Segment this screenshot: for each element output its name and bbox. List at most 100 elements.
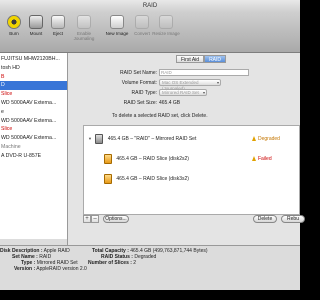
version-info: Version : AppleRAID version 2.0 [14, 266, 87, 272]
set-name-row: RAID Set Name: RAID [68, 69, 300, 77]
slices-info-value: 2 [133, 260, 137, 266]
chevron-updown-icon: ▾ [216, 80, 219, 85]
help-text: To delete a selected RAID set, click Del… [112, 113, 208, 119]
new-image-button[interactable]: New Image [104, 15, 130, 36]
list-toolbar: + – Options... Delete Rebu [83, 215, 305, 224]
raid-type-select[interactable]: Mirrored RAID Set ▾ [159, 89, 207, 96]
raid-list[interactable]: ▼ 465.4 GB – "RAID" – Mirrored RAID Set … [83, 125, 300, 215]
volume-format-row: Volume Format: Mac OS Extended (Journale… [68, 79, 300, 91]
set-name-label: RAID Set Name: [120, 70, 157, 76]
status-label: Degraded [258, 136, 280, 142]
volume-format-select[interactable]: Mac OS Extended (Journaled) ▾ [159, 79, 221, 91]
sidebar-item-label: Machine [1, 143, 21, 150]
rebuild-button[interactable]: Rebu [281, 215, 305, 223]
remove-button[interactable]: – [91, 215, 99, 223]
raid-size-row: RAID Set Size: 465.4 GB [68, 99, 300, 107]
disk-icon [104, 173, 112, 184]
sidebar-item-label: D [1, 82, 5, 89]
raid-status-info-value: Degraded [134, 254, 157, 260]
raid-type-value: Mirrored RAID Set [162, 90, 199, 95]
burn-label: Burn [9, 31, 19, 36]
raid-size-value: 465.4 GB [159, 100, 181, 106]
slice-name: 465.4 GB – RAID Slice (disk3s2) [116, 176, 189, 182]
eject-icon [51, 15, 65, 29]
resize-label: Resize Image [152, 31, 180, 36]
new-image-icon [110, 15, 124, 29]
add-button[interactable]: + [83, 215, 91, 223]
sidebar-item-label: Slice [1, 126, 13, 133]
main-pane: First Aid RAID RAID Set Name: RAID Volum… [68, 53, 305, 245]
warning-icon [252, 136, 256, 142]
chevron-updown-icon: ▾ [202, 90, 205, 95]
sidebar-item-fujitsu[interactable]: FUJITSU MHW2120BH... [0, 55, 67, 64]
sidebar-item-label: tosh HD [1, 64, 20, 71]
sidebar-item-label: Slice [1, 91, 13, 98]
warning-icon [252, 156, 256, 162]
status-label: Failed [258, 156, 272, 162]
tab-bar: First Aid RAID [176, 55, 227, 63]
sidebar-item-wd-3[interactable]: WD 5000AAV Externa... [0, 134, 67, 143]
resize-image-button[interactable]: Resize Image [152, 15, 180, 36]
screen-edge [0, 290, 300, 300]
disk-icon [104, 153, 112, 164]
slices-info-label: Number of Slices : [88, 260, 132, 266]
info-bar: Disk Description : Apple RAID Set Name :… [0, 245, 300, 290]
sidebar-item-dvd[interactable]: A DVD-R U-857E [0, 152, 67, 161]
window-title: RAID [142, 3, 158, 9]
eject-label: Eject [52, 31, 63, 36]
sidebar-item-label: WD 5000AAV Externa... [1, 117, 57, 124]
sidebar-item-label: WD 5000AAV Externa... [1, 99, 57, 106]
sidebar-item-b[interactable]: B [0, 73, 67, 82]
volume-format-label: Volume Format: [121, 80, 157, 86]
status-degraded: Degraded [252, 132, 280, 146]
tab-first-aid[interactable]: First Aid [176, 55, 205, 63]
sidebar-item-label: WD 5000AAV Externa... [1, 135, 57, 142]
version-info-label: Version : [14, 266, 36, 272]
raid-type-row: RAID Type: Mirrored RAID Set ▾ [68, 89, 300, 97]
sidebar-item-tosh-hd[interactable]: tosh HD [0, 64, 67, 73]
enable-journaling-button[interactable]: Enable Journaling [66, 15, 102, 41]
sidebar-item-label: B [1, 73, 5, 80]
sidebar-item-label: FUJITSU MHW2120BH... [1, 56, 60, 62]
mount-icon [29, 15, 43, 29]
delete-button[interactable]: Delete [253, 215, 277, 223]
mount-label: Mount [29, 31, 43, 36]
convert-label: Convert [134, 31, 150, 36]
journal-icon [77, 15, 91, 29]
list-item[interactable]: ▼ 465.4 GB – "RAID" – Mirrored RAID Set [88, 132, 196, 146]
resize-icon [159, 15, 173, 29]
sidebar-item-wd-2[interactable]: WD 5000AAV Externa... [0, 117, 67, 126]
window-titlebar: RAID [0, 0, 300, 12]
sidebar: FUJITSU MHW2120BH... tosh HD B D Slice W… [0, 53, 68, 239]
burn-button[interactable]: Burn [2, 15, 26, 36]
toolbar: Burn Mount Eject Enable Journaling New I… [0, 12, 300, 53]
sidebar-item-label: e [1, 108, 4, 115]
sidebar-item-raid[interactable]: D [0, 81, 67, 91]
sidebar-item-e[interactable]: e [0, 108, 67, 117]
sidebar-item-machine[interactable]: Machine [0, 143, 67, 152]
raid-set-name: 465.4 GB – "RAID" – Mirrored RAID Set [107, 136, 197, 142]
list-item[interactable]: 465.4 GB – RAID Slice (disk3s2) [104, 172, 189, 186]
disclosure-triangle-icon[interactable]: ▼ [88, 132, 92, 146]
slice-name: 465.4 GB – RAID Slice (disk2s2) [116, 156, 189, 162]
tab-raid[interactable]: RAID [204, 55, 227, 63]
sidebar-item-slice-2[interactable]: Slice [0, 125, 67, 134]
set-name-field[interactable]: RAID [159, 69, 249, 76]
options-button[interactable]: Options... [103, 215, 129, 223]
raid-type-label: RAID Type: [131, 90, 157, 96]
sidebar-item-slice[interactable]: Slice [0, 90, 67, 99]
burn-icon [7, 15, 21, 29]
status-failed: Failed [252, 152, 272, 166]
version-info-value: AppleRAID version 2.0 [36, 266, 87, 272]
convert-icon [135, 15, 149, 29]
list-item[interactable]: 465.4 GB – RAID Slice (disk2s2) [104, 152, 189, 166]
new-image-label: New Image [105, 31, 129, 36]
convert-button[interactable]: Convert [130, 15, 154, 36]
raid-size-label: RAID Set Size: [123, 100, 157, 106]
sidebar-item-label: A DVD-R U-857E [1, 152, 42, 159]
mount-button[interactable]: Mount [24, 15, 48, 36]
sidebar-item-wd-1[interactable]: WD 5000AAV Externa... [0, 99, 67, 108]
journaling-label: Enable Journaling [73, 31, 95, 41]
slices-info: Number of Slices : 2 [88, 260, 136, 266]
raid-set-icon [95, 133, 104, 144]
